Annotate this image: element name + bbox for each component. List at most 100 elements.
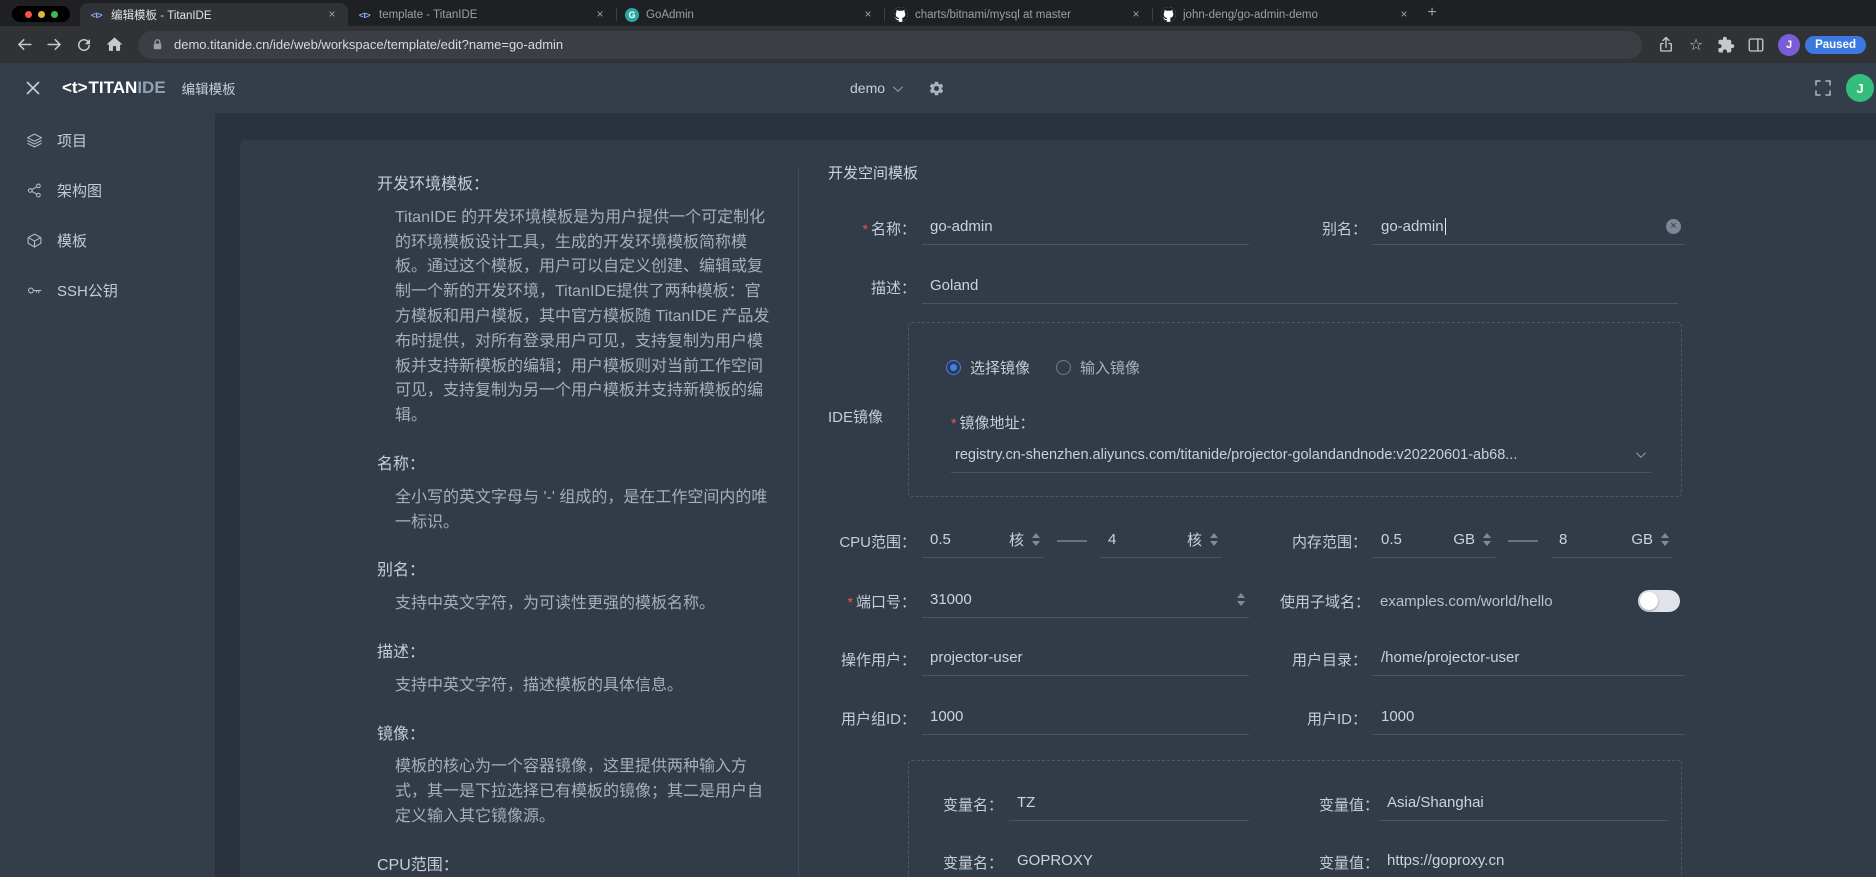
profile-avatar: J — [1778, 34, 1800, 56]
ide-image-label: IDE镜像 — [828, 406, 883, 427]
cpu-max-input[interactable]: 4 核 — [1100, 525, 1222, 558]
cpu-min-value: 0.5 — [930, 531, 951, 548]
name-input[interactable]: go-admin — [922, 212, 1249, 245]
tab-close-icon[interactable]: × — [1129, 8, 1143, 22]
help-section-body: 支持中英文字符，为可读性更强的模板名称。 — [395, 592, 775, 617]
env-name-input[interactable]: GOPROXY — [1009, 846, 1249, 877]
fullscreen-icon[interactable] — [1814, 79, 1832, 97]
env-value-input[interactable]: Asia/Shanghai — [1379, 788, 1667, 821]
sidebar-item-ssh-keys[interactable]: SSH公钥 — [0, 266, 215, 314]
env-name-value: TZ — [1017, 794, 1035, 811]
new-tab-button[interactable]: + — [1420, 1, 1444, 25]
stepper-icon[interactable] — [1032, 533, 1040, 546]
image-address-label: 镜像地址： — [951, 412, 1034, 433]
settings-gear-icon[interactable] — [928, 80, 945, 97]
tab-title: 编辑模板 - TitanIDE — [111, 7, 318, 23]
memory-min-input[interactable]: 0.5 GB — [1373, 525, 1495, 558]
user-avatar[interactable]: J — [1846, 74, 1874, 102]
sidebar-item-label: 架构图 — [57, 180, 102, 201]
tab-close-icon[interactable]: × — [1397, 8, 1411, 22]
cpu-range-label: CPU范围： — [828, 531, 916, 552]
user-dir-input[interactable]: /home/projector-user — [1373, 643, 1685, 676]
template-editor-panel: 开发环境模板： TitanIDE 的开发环境模板是为用户提供一个可定制化的环境模… — [240, 140, 1876, 877]
env-name-input[interactable]: TZ — [1009, 788, 1249, 821]
share-icon[interactable] — [1652, 31, 1680, 59]
browser-tab-strip: <t> 编辑模板 - TitanIDE × <t> template - Tit… — [0, 0, 1876, 26]
group-id-label: 用户组ID： — [828, 708, 916, 729]
tab-close-icon[interactable]: × — [861, 8, 875, 22]
address-bar[interactable]: demo.titanide.cn/ide/web/workspace/templ… — [138, 31, 1642, 59]
description-input[interactable]: Goland — [922, 271, 1678, 304]
extensions-puzzle-icon[interactable] — [1712, 31, 1740, 59]
tab-title: john-deng/go-admin-demo — [1183, 9, 1390, 21]
back-button[interactable] — [10, 31, 38, 59]
tab-title: template - TitanIDE — [379, 9, 586, 21]
stepper-icon[interactable] — [1237, 593, 1245, 606]
macos-window-controls[interactable] — [12, 6, 70, 22]
help-section-title: 名称： — [377, 453, 775, 478]
browser-tab-edit-template[interactable]: <t> 编辑模板 - TitanIDE × — [80, 3, 348, 26]
browser-toolbar: demo.titanide.cn/ide/web/workspace/templ… — [0, 26, 1876, 63]
user-dir-value: /home/projector-user — [1381, 649, 1519, 666]
port-label: 端口号： — [828, 591, 916, 612]
alias-input[interactable]: go-admin × — [1373, 212, 1685, 245]
sidebar-item-templates[interactable]: 模板 — [0, 216, 215, 264]
help-section-title: 开发环境模板： — [377, 173, 775, 198]
side-panel-icon[interactable] — [1742, 31, 1770, 59]
template-cube-icon — [26, 232, 43, 249]
bookmark-star-icon[interactable]: ☆ — [1682, 31, 1710, 59]
env-name-value: GOPROXY — [1017, 852, 1093, 869]
env-value-label: 变量值： — [1315, 852, 1379, 873]
tab-title: GoAdmin — [646, 9, 854, 21]
window-minimize-button[interactable] — [38, 11, 45, 18]
logo-titan: TITAN — [89, 78, 138, 98]
browser-tab-github-goadmin-demo[interactable]: john-deng/go-admin-demo × — [1152, 3, 1420, 26]
form-title: 开发空间模板 — [828, 162, 918, 183]
titanide-logo: <t> TITAN IDE — [62, 78, 166, 98]
chevron-down-icon — [893, 82, 903, 92]
browser-profile-button[interactable]: J Paused — [1778, 34, 1866, 56]
close-editor-icon[interactable] — [20, 75, 46, 101]
tab-title: charts/bitnami/mysql at master — [915, 9, 1122, 21]
env-value-input[interactable]: https://goproxy.cn — [1379, 846, 1667, 877]
browser-tab-template[interactable]: <t> template - TitanIDE × — [348, 3, 616, 26]
reload-button[interactable] — [70, 31, 98, 59]
help-section-title: 描述： — [377, 641, 775, 666]
url-text: demo.titanide.cn/ide/web/workspace/templ… — [174, 37, 563, 52]
cpu-min-input[interactable]: 0.5 核 — [922, 525, 1044, 558]
template-form: 开发空间模板 名称： go-admin 别名： go-admin × — [828, 140, 1688, 877]
workspace-selector[interactable]: demo — [850, 80, 900, 96]
sync-paused-badge: Paused — [1805, 36, 1866, 54]
sidebar-item-projects[interactable]: 项目 — [0, 116, 215, 164]
description-value: Goland — [930, 277, 978, 294]
stepper-icon[interactable] — [1210, 533, 1218, 546]
port-value: 31000 — [930, 591, 972, 608]
home-button[interactable] — [100, 31, 128, 59]
radio-input-image[interactable]: 输入镜像 — [1056, 357, 1140, 378]
tab-close-icon[interactable]: × — [325, 8, 339, 22]
operate-user-input[interactable]: projector-user — [922, 643, 1249, 676]
clear-input-icon[interactable]: × — [1666, 219, 1681, 234]
image-address-dropdown[interactable]: registry.cn-shenzhen.aliyuncs.com/titani… — [951, 439, 1651, 473]
browser-tab-github-mysql[interactable]: charts/bitnami/mysql at master × — [884, 3, 1152, 26]
help-column: 开发环境模板： TitanIDE 的开发环境模板是为用户提供一个可定制化的环境模… — [377, 160, 775, 877]
stepper-icon[interactable] — [1483, 533, 1491, 546]
group-id-input[interactable]: 1000 — [922, 702, 1249, 735]
group-id-value: 1000 — [930, 708, 963, 725]
browser-tab-goadmin[interactable]: G GoAdmin × — [616, 3, 884, 26]
secure-lock-icon[interactable] — [150, 37, 165, 52]
window-close-button[interactable] — [25, 11, 32, 18]
tab-close-icon[interactable]: × — [593, 8, 607, 22]
subdomain-toggle[interactable] — [1638, 590, 1680, 612]
window-zoom-button[interactable] — [51, 11, 58, 18]
titanide-favicon-icon: <t> — [357, 7, 372, 22]
user-id-input[interactable]: 1000 — [1373, 702, 1685, 735]
app-header: <t> TITAN IDE 编辑模板 demo J — [0, 63, 1876, 113]
forward-button[interactable] — [40, 31, 68, 59]
port-input[interactable]: 31000 — [922, 585, 1249, 618]
stepper-icon[interactable] — [1661, 533, 1669, 546]
memory-max-input[interactable]: 8 GB — [1551, 525, 1673, 558]
chevron-down-icon — [1636, 448, 1646, 458]
radio-select-image[interactable]: 选择镜像 — [946, 357, 1030, 378]
sidebar-item-architecture[interactable]: 架构图 — [0, 166, 215, 214]
